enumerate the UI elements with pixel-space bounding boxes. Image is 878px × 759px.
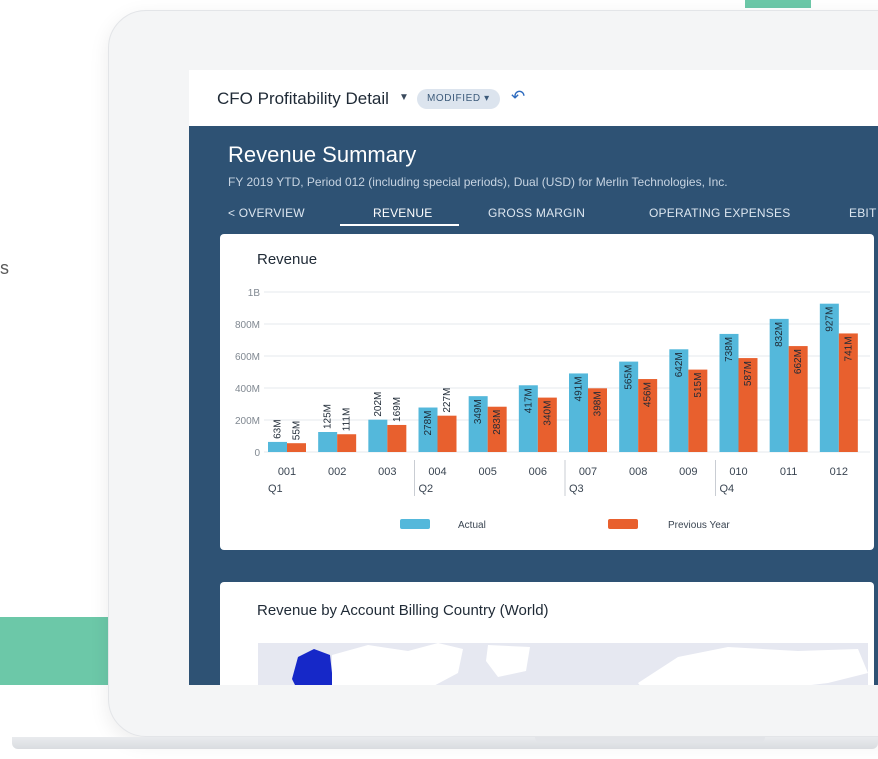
data-label: 349M — [473, 399, 484, 424]
app-screen: CFO Profitability Detail ▼ MODIFIED ▾ ↶ … — [189, 70, 878, 685]
bar-previous-year — [287, 443, 306, 452]
x-tick-label: 005 — [478, 466, 496, 478]
data-label: 278M — [423, 411, 434, 436]
legend-swatch-previous-year — [608, 519, 638, 529]
data-label: 63M — [273, 419, 284, 438]
map-card: Revenue by Account Billing Country (Worl… — [220, 582, 874, 685]
legend-label: Actual — [458, 520, 486, 531]
x-tick-label: 003 — [378, 466, 396, 478]
revenue-chart-card: Revenue 0 200M 400M 600M 800M 1B 63M 55M 001 125M… — [220, 234, 874, 550]
y-tick-label: 1B — [248, 288, 261, 299]
data-label: 491M — [574, 376, 585, 401]
active-tab-indicator — [340, 224, 459, 226]
background-letter: s — [0, 258, 9, 278]
data-label: 832M — [774, 322, 785, 347]
tab-overview[interactable]: < OVERVIEW — [228, 206, 305, 220]
data-label: 55M — [292, 421, 303, 440]
group-label: Q1 — [268, 483, 283, 495]
data-label: 642M — [674, 352, 685, 377]
data-label: 169M — [392, 397, 403, 422]
page-title: Revenue Summary — [228, 142, 417, 167]
decorative-teal-block — [0, 617, 115, 685]
map-region-north-america-west — [292, 649, 332, 685]
data-label: 202M — [373, 392, 384, 417]
dashboard-title: CFO Profitability Detail — [217, 89, 389, 108]
map-region-north-america — [332, 643, 463, 685]
bar-previous-year — [387, 424, 407, 452]
data-label: 398M — [593, 391, 604, 416]
caret-down-icon[interactable]: ▼ — [399, 92, 409, 103]
data-label: 283M — [492, 410, 503, 435]
data-label: 340M — [542, 401, 553, 426]
group-label: Q3 — [569, 483, 584, 495]
tab-revenue[interactable]: REVENUE — [373, 206, 432, 220]
revenue-bar-chart: 0 200M 400M 600M 800M 1B 63M 55M 001 125M 111M 002 2… — [235, 288, 870, 531]
data-label: 587M — [743, 361, 754, 386]
x-tick-label: 002 — [328, 466, 346, 478]
y-tick-label: 400M — [235, 384, 260, 395]
data-label: 741M — [843, 336, 854, 361]
x-tick-label: 001 — [278, 466, 296, 478]
data-label: 565M — [624, 365, 635, 390]
undo-icon[interactable]: ↶ — [511, 87, 525, 107]
group-label: Q4 — [720, 483, 735, 495]
world-map-shapes — [292, 643, 868, 685]
x-tick-label: 012 — [830, 466, 848, 478]
data-label: 456M — [643, 382, 654, 407]
data-label: 227M — [442, 388, 453, 413]
x-tick-label: 008 — [629, 466, 647, 478]
group-label: Q2 — [419, 483, 434, 495]
tab-gross-margin[interactable]: GROSS MARGIN — [488, 206, 585, 220]
x-tick-label: 009 — [679, 466, 697, 478]
map-region-greenland — [486, 645, 530, 677]
bar-actual — [368, 419, 388, 452]
revenue-summary-panel: Revenue Summary FY 2019 YTD, Period 012 … — [189, 126, 878, 685]
data-label: 662M — [793, 349, 804, 374]
legend-swatch-actual — [400, 519, 430, 529]
bar-previous-year — [337, 434, 357, 452]
tab-ebit[interactable]: EBIT — [849, 206, 876, 220]
data-label: 111M — [342, 408, 353, 432]
data-label: 738M — [724, 337, 735, 362]
data-label: 515M — [693, 373, 704, 398]
laptop-base-notch — [535, 737, 765, 743]
page-subtitle: FY 2019 YTD, Period 012 (including speci… — [228, 175, 728, 189]
y-tick-label: 200M — [235, 416, 260, 427]
data-label: 927M — [824, 307, 835, 332]
decorative-teal-tab — [745, 0, 811, 8]
bar-previous-year — [437, 415, 457, 452]
y-tick-label: 800M — [235, 320, 260, 331]
data-label: 417M — [523, 388, 534, 413]
app-header: CFO Profitability Detail ▼ MODIFIED ▾ ↶ — [189, 70, 878, 127]
data-label: 125M — [323, 404, 334, 429]
x-tick-label: 004 — [428, 466, 446, 478]
map-region-eurasia — [638, 647, 868, 685]
modified-badge[interactable]: MODIFIED ▾ — [417, 89, 500, 109]
bar-actual — [268, 441, 287, 452]
x-tick-label: 010 — [729, 466, 747, 478]
bar-actual — [318, 432, 338, 452]
x-tick-label: 006 — [529, 466, 547, 478]
world-map[interactable] — [258, 643, 868, 685]
x-tick-label: 011 — [780, 466, 798, 478]
y-tick-label: 600M — [235, 352, 260, 363]
y-tick-label: 0 — [254, 448, 260, 459]
tab-operating-expenses[interactable]: OPERATING EXPENSES — [649, 206, 790, 220]
x-tick-label: 007 — [579, 466, 597, 478]
legend-label: Previous Year — [668, 520, 730, 531]
map-title: Revenue by Account Billing Country (Worl… — [257, 602, 549, 619]
